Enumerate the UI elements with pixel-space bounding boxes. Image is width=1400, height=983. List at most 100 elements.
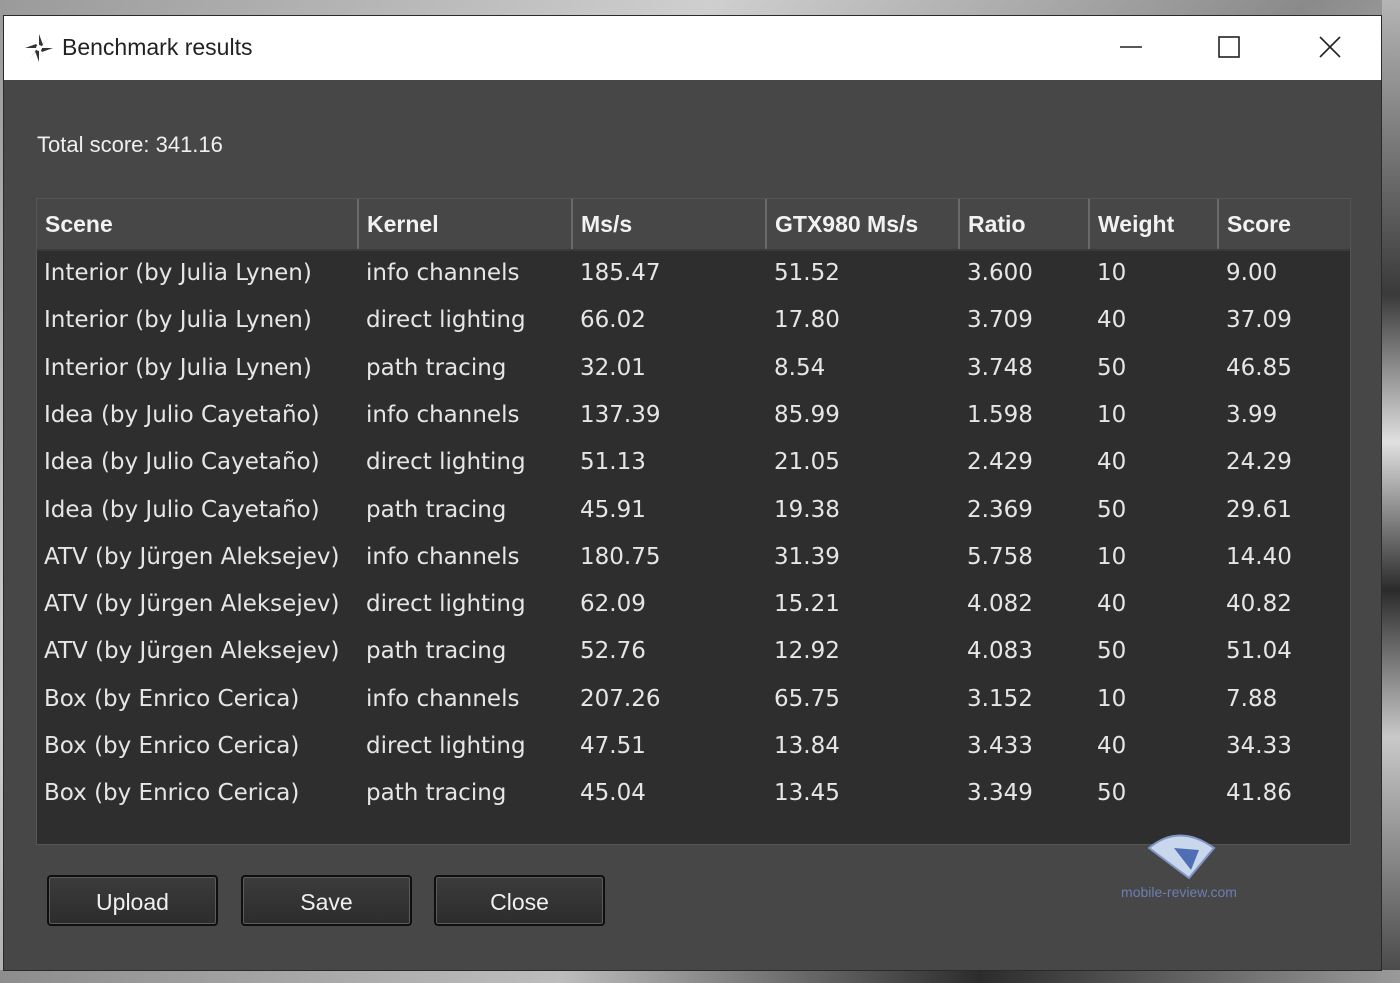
watermark: mobile-review.com	[1119, 828, 1239, 908]
cell-weight: 40	[1097, 449, 1127, 476]
cell-gtx980-ms-s: 51.52	[774, 260, 840, 286]
cell-scene: Idea (by Julio Cayetaño)	[44, 449, 320, 476]
table-row[interactable]: ATV (by Jürgen Aleksejev) info channels 18…	[37, 534, 1350, 581]
maximize-button[interactable]	[1206, 24, 1252, 70]
cell-ms-s: 185.47	[580, 260, 661, 286]
cell-score: 3.99	[1226, 401, 1278, 428]
cell-gtx980-ms-s: 85.99	[774, 401, 840, 428]
column-header-ratio[interactable]: Ratio	[960, 199, 1090, 249]
table-row[interactable]: Idea (by Julio Cayetaño) direct lighting 5…	[37, 439, 1350, 486]
cell-scene: ATV (by Jürgen Aleksejev)	[44, 543, 340, 570]
cell-gtx980-ms-s: 15.21	[774, 591, 840, 618]
cell-score: 34.33	[1226, 733, 1292, 759]
watermark-logo-icon	[1147, 834, 1216, 880]
cell-gtx980-ms-s: 13.84	[774, 733, 840, 759]
cell-weight: 10	[1097, 401, 1127, 428]
cell-gtx980-ms-s: 21.05	[774, 449, 840, 476]
table-row[interactable]: Interior (by Julia Lynen) direct lighting…	[37, 297, 1350, 344]
cell-weight: 50	[1097, 496, 1127, 523]
cell-gtx980-ms-s: 8.54	[774, 354, 826, 381]
cell-gtx980-ms-s: 19.38	[774, 496, 840, 523]
cell-weight: 40	[1097, 307, 1127, 334]
cell-ratio: 3.748	[967, 354, 1033, 381]
cell-kernel: path tracing	[366, 354, 507, 381]
cell-weight: 50	[1097, 354, 1127, 381]
cell-ms-s: 66.02	[580, 307, 646, 334]
cell-ratio: 3.152	[967, 685, 1033, 712]
cell-ms-s: 180.75	[580, 543, 661, 570]
cell-score: 29.61	[1226, 496, 1292, 523]
cell-ratio: 2.369	[967, 496, 1033, 523]
cell-kernel: direct lighting	[366, 307, 526, 334]
cell-ms-s: 207.26	[580, 685, 661, 712]
cell-weight: 50	[1097, 780, 1127, 807]
table-row[interactable]: Interior (by Julia Lynen) info channels 18…	[37, 250, 1350, 297]
cell-ms-s: 52.76	[580, 638, 646, 665]
results-table: Scene Kernel Ms/s GTX980 Ms/s Ratio Weig…	[36, 198, 1351, 845]
table-row[interactable]: ATV (by Jürgen Aleksejev) direct lighting…	[37, 581, 1350, 628]
upload-button[interactable]: Upload	[47, 875, 218, 926]
cell-score: 24.29	[1226, 449, 1292, 476]
cell-kernel: info channels	[366, 685, 520, 712]
benchmark-window: Benchmark results Total score: 341.16 Sc…	[4, 16, 1381, 970]
cell-gtx980-ms-s: 12.92	[774, 638, 840, 665]
column-header-scene[interactable]: Scene	[37, 199, 359, 249]
cell-weight: 50	[1097, 638, 1127, 665]
desktop-background-right	[1382, 0, 1400, 983]
table-row[interactable]: Interior (by Julia Lynen) path tracing 32.…	[37, 345, 1350, 392]
cell-kernel: direct lighting	[366, 733, 526, 759]
column-header-score[interactable]: Score	[1219, 199, 1350, 249]
table-header: Scene Kernel Ms/s GTX980 Ms/s Ratio Weig…	[37, 199, 1350, 251]
cell-scene: Idea (by Julio Cayetaño)	[44, 496, 320, 523]
title-bar[interactable]: Benchmark results	[4, 16, 1381, 80]
cell-score: 14.40	[1226, 543, 1292, 570]
close-icon	[1319, 36, 1341, 58]
cell-ratio: 4.082	[967, 591, 1033, 618]
cell-scene: ATV (by Jürgen Aleksejev)	[44, 638, 340, 665]
minimize-button[interactable]	[1107, 24, 1153, 70]
cell-ratio: 3.600	[967, 260, 1033, 286]
desktop-background-bottom	[0, 970, 1400, 983]
cell-ms-s: 47.51	[580, 733, 646, 759]
cell-weight: 40	[1097, 733, 1127, 759]
cell-kernel: info channels	[366, 401, 520, 428]
cell-ms-s: 137.39	[580, 401, 661, 428]
cell-ratio: 4.083	[967, 638, 1033, 665]
table-row[interactable]: ATV (by Jürgen Aleksejev) path tracing 52.…	[37, 628, 1350, 675]
window-title: Benchmark results	[62, 34, 253, 60]
cell-scene: Interior (by Julia Lynen)	[44, 260, 312, 286]
column-header-kernel[interactable]: Kernel	[359, 199, 573, 249]
table-row[interactable]: Box (by Enrico Cerica) info channels 207.2…	[37, 676, 1350, 723]
maximize-icon	[1218, 36, 1240, 58]
cell-weight: 10	[1097, 685, 1127, 712]
save-button[interactable]: Save	[241, 875, 412, 926]
cell-ratio: 5.758	[967, 543, 1033, 570]
cell-ratio: 3.709	[967, 307, 1033, 334]
table-row[interactable]: Box (by Enrico Cerica) direct lighting 47.…	[37, 723, 1350, 770]
cell-gtx980-ms-s: 65.75	[774, 685, 840, 712]
column-header-weight[interactable]: Weight	[1090, 199, 1219, 249]
cell-ratio: 1.598	[967, 401, 1033, 428]
cell-kernel: direct lighting	[366, 449, 526, 476]
cell-score: 37.09	[1226, 307, 1292, 334]
table-row[interactable]: Idea (by Julio Cayetaño) info channels 137…	[37, 392, 1350, 439]
column-header-ms-s[interactable]: Ms/s	[573, 199, 767, 249]
cell-ms-s: 45.04	[580, 780, 646, 807]
cell-kernel: path tracing	[366, 496, 507, 523]
cell-scene: Box (by Enrico Cerica)	[44, 685, 300, 712]
column-header-gtx980-ms-s[interactable]: GTX980 Ms/s	[767, 199, 960, 249]
cell-kernel: path tracing	[366, 780, 507, 807]
table-row[interactable]: Idea (by Julio Cayetaño) path tracing 45.9…	[37, 487, 1350, 534]
cell-weight: 40	[1097, 591, 1127, 618]
close-window-button[interactable]	[1307, 24, 1353, 70]
cell-gtx980-ms-s: 31.39	[774, 543, 840, 570]
cell-score: 41.86	[1226, 780, 1292, 807]
minimize-icon	[1120, 46, 1142, 48]
table-row[interactable]: Box (by Enrico Cerica) path tracing 45.04 1…	[37, 770, 1350, 817]
close-button[interactable]: Close	[434, 875, 605, 926]
cell-score: 7.88	[1226, 685, 1278, 712]
cell-weight: 10	[1097, 260, 1127, 286]
cell-scene: ATV (by Jürgen Aleksejev)	[44, 591, 340, 618]
cell-ratio: 3.349	[967, 780, 1033, 807]
cell-scene: Box (by Enrico Cerica)	[44, 733, 300, 759]
